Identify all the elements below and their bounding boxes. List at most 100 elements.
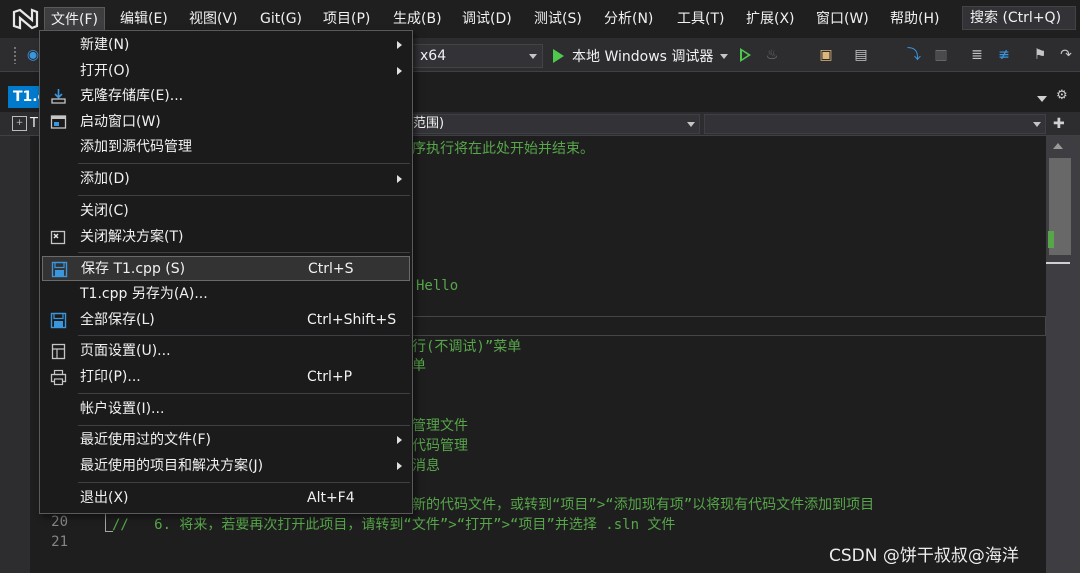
menu-item-label: 关闭(C)	[80, 203, 129, 219]
menu-item-label: 帐户设置(I)...	[80, 401, 165, 417]
outline-bracket	[105, 512, 113, 532]
menu-item-account-settings[interactable]: 帐户设置(I)...	[42, 397, 410, 422]
hot-reload-icon[interactable]: ♨	[763, 46, 781, 64]
menu-item-page-setup[interactable]: 页面设置(U)...	[42, 339, 410, 364]
menu-item-start-window[interactable]: 启动窗口(W)	[42, 110, 410, 135]
code-line: 行(不调试)”菜单	[412, 339, 522, 355]
menu-separator	[78, 335, 410, 336]
next-bookmark-icon[interactable]: ↷	[1057, 46, 1075, 64]
chevron-down-icon	[1033, 122, 1041, 127]
project-combo-label[interactable]: T	[30, 116, 38, 131]
menu-file[interactable]: 文件(F)	[44, 7, 105, 31]
code-line: Hello	[416, 278, 459, 294]
menu-item-label: 最近使用过的文件(F)	[80, 432, 211, 448]
code-line: 新的代码文件，或转到“项目”>“添加现有项”以将现有代码文件添加到项目	[412, 497, 875, 513]
scroll-up-icon[interactable]	[1053, 143, 1063, 149]
tab-list-dropdown-icon[interactable]	[1037, 96, 1047, 102]
menu-help[interactable]: 帮助(H)	[884, 7, 945, 31]
menu-separator	[78, 393, 410, 394]
menu-extensions[interactable]: 扩展(X)	[740, 7, 801, 31]
menu-item-label: 关闭解决方案(T)	[80, 229, 184, 245]
menu-edit[interactable]: 编辑(E)	[114, 7, 174, 31]
code-line: 单	[412, 358, 426, 374]
page-setup-icon	[51, 343, 66, 360]
menu-view[interactable]: 视图(V)	[183, 7, 244, 31]
watermark: CSDN @饼干叔叔@海洋	[829, 546, 1019, 566]
menu-item-new[interactable]: 新建(N)	[42, 33, 410, 58]
menu-item-add[interactable]: 添加(D)	[42, 167, 410, 192]
project-icon: +	[12, 116, 27, 131]
line-number: 20	[51, 514, 68, 530]
menu-item-label: 全部保存(L)	[80, 312, 155, 328]
menu-item-label: 新建(N)	[80, 37, 130, 53]
menu-item-label: 克隆存储库(E)...	[80, 88, 184, 104]
window-layout-icon[interactable]: ▤	[852, 46, 870, 64]
code-line: 序执行将在此处开始并结束。	[412, 141, 594, 157]
menu-test[interactable]: 测试(S)	[528, 7, 588, 31]
start-debugging-button[interactable]: 本地 Windows 调试器	[553, 44, 729, 68]
uncomment-lines-icon[interactable]: ≢	[995, 46, 1013, 64]
split-window-icon[interactable]: ✚	[1053, 116, 1065, 132]
gear-icon[interactable]: ⚙	[1056, 88, 1068, 103]
menu-item-recent-projects[interactable]: 最近使用的项目和解决方案(J)	[42, 454, 410, 479]
bookmark-icon[interactable]: ⚑	[1031, 46, 1049, 64]
submenu-arrow-icon	[397, 436, 402, 444]
menu-item-label: T1.cpp 另存为(A)...	[80, 286, 208, 302]
menu-separator	[78, 252, 410, 253]
submenu-arrow-icon	[397, 41, 402, 49]
menu-build[interactable]: 生成(B)	[387, 7, 448, 31]
menu-project[interactable]: 项目(P)	[317, 7, 376, 31]
menu-item-save-all[interactable]: 全部保存(L) Ctrl+Shift+S	[42, 308, 410, 333]
menu-item-label: 页面设置(U)...	[80, 343, 171, 359]
print-icon	[50, 369, 67, 386]
menu-item-shortcut: Ctrl+Shift+S	[307, 312, 397, 328]
change-marker	[1048, 231, 1054, 248]
code-line: 管理文件	[412, 418, 468, 434]
code-line: 代码管理	[412, 438, 468, 454]
menu-item-open[interactable]: 打开(O)	[42, 59, 410, 84]
menu-item-recent-files[interactable]: 最近使用过的文件(F)	[42, 428, 410, 453]
play-icon	[553, 49, 564, 63]
breakpoint-list-icon[interactable]: ▥	[932, 46, 950, 64]
menu-item-exit[interactable]: 退出(X) Alt+F4	[42, 486, 410, 511]
save-icon	[51, 261, 68, 278]
menu-item-print[interactable]: 打印(P)... Ctrl+P	[42, 365, 410, 390]
menu-item-add-to-source-control[interactable]: 添加到源代码管理	[42, 135, 410, 160]
start-window-icon	[50, 115, 67, 129]
tab-file[interactable]: T1.c	[8, 86, 40, 108]
member-select[interactable]	[704, 114, 1046, 134]
run-label: 本地 Windows 调试器	[572, 49, 714, 65]
toolbar-grip[interactable]	[13, 46, 17, 64]
editor-gutter	[0, 136, 30, 573]
menu-item-save-as[interactable]: T1.cpp 另存为(A)...	[42, 282, 410, 307]
menu-tools[interactable]: 工具(T)	[671, 7, 730, 31]
start-without-debugging-icon[interactable]	[740, 48, 751, 62]
menu-item-close-solution[interactable]: 关闭解决方案(T)	[42, 225, 410, 250]
menu-debug[interactable]: 调试(D)	[456, 7, 518, 31]
step-icon[interactable]: ⤵	[905, 46, 923, 64]
chevron-down-icon[interactable]	[720, 53, 729, 59]
platform-value: x64	[420, 48, 447, 64]
chevron-down-icon	[529, 54, 537, 59]
menu-analyze[interactable]: 分析(N)	[598, 7, 659, 31]
code-line: // 6. 将来，若要再次打开此项目，请转到“文件”>“打开”>“项目”并选择 …	[112, 517, 676, 533]
menu-item-label: 打开(O)	[80, 63, 130, 79]
search-input[interactable]: 搜索 (Ctrl+Q)	[962, 6, 1076, 30]
menu-item-label: 退出(X)	[80, 490, 129, 506]
folder-search-icon[interactable]: ▣	[817, 46, 835, 64]
menu-item-save[interactable]: 保存 T1.cpp (S) Ctrl+S	[42, 256, 410, 281]
current-line-highlight	[412, 316, 1046, 336]
menu-item-close[interactable]: 关闭(C)	[42, 199, 410, 224]
solution-platform-select[interactable]: x64	[411, 44, 543, 68]
visual-studio-logo-icon[interactable]	[10, 6, 40, 32]
menu-git[interactable]: Git(G)	[254, 7, 308, 31]
code-line: 消息	[412, 458, 440, 474]
scope-select[interactable]: 范围)	[408, 114, 700, 134]
menu-item-clone-repository[interactable]: 克隆存储库(E)...	[42, 84, 410, 109]
chevron-down-icon	[687, 122, 695, 127]
menu-separator	[78, 195, 410, 196]
submenu-arrow-icon	[397, 67, 402, 75]
menu-window[interactable]: 窗口(W)	[810, 7, 875, 31]
comment-lines-icon[interactable]: ≣	[968, 46, 986, 64]
menu-item-label: 启动窗口(W)	[80, 114, 161, 130]
